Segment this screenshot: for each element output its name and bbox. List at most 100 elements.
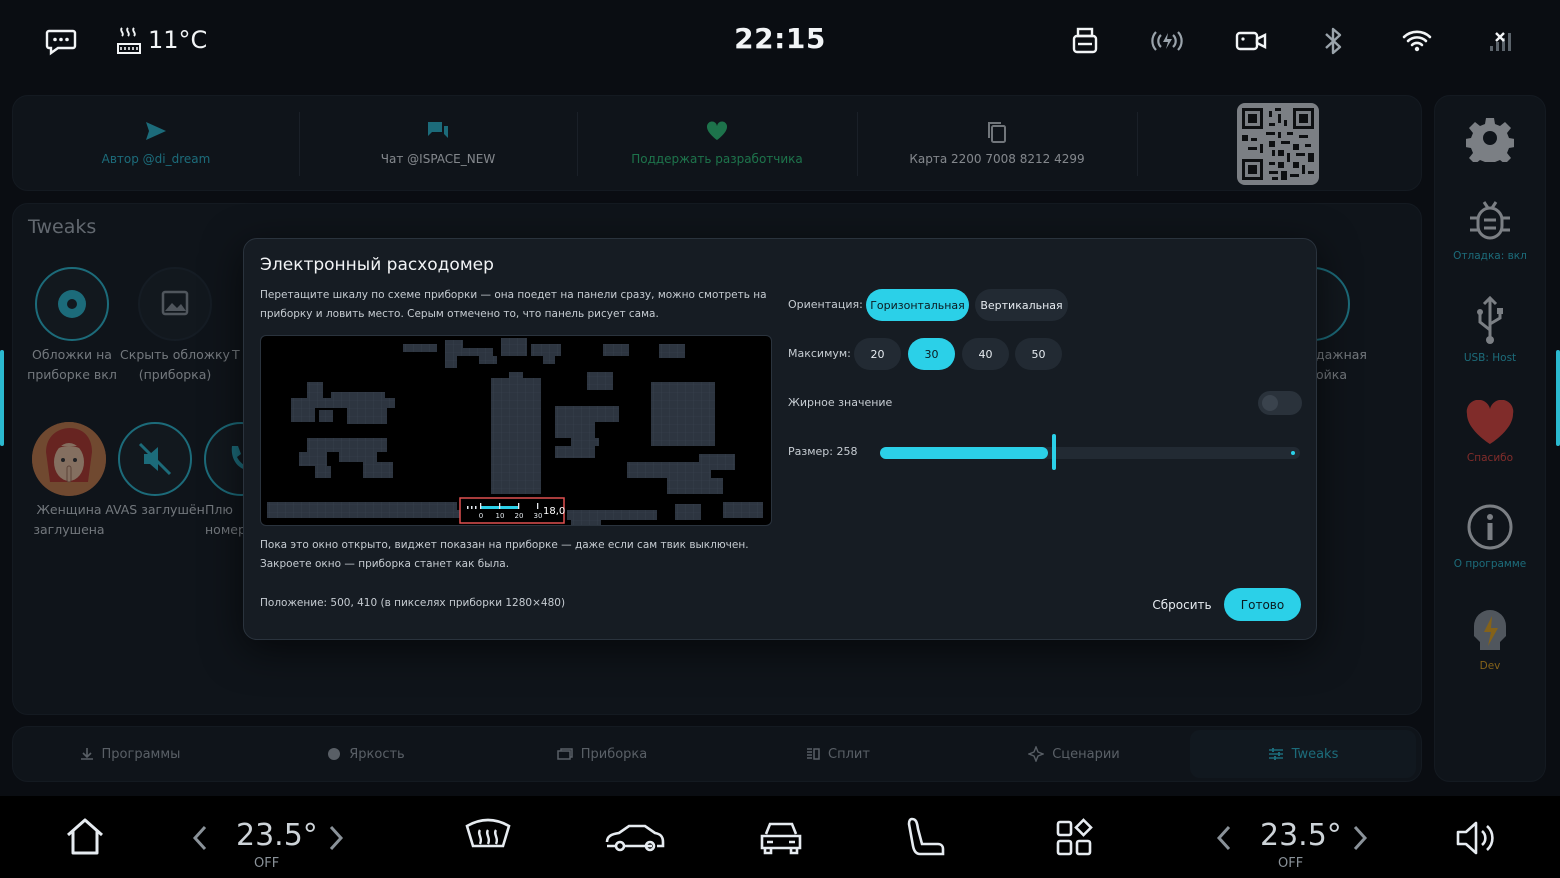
right-climate-state: OFF [1278, 856, 1304, 871]
heart-icon [1466, 400, 1514, 444]
chat-link[interactable]: Чат @ISPACE_NEW [299, 96, 577, 192]
right-temp-value: 23.5° [1260, 818, 1342, 853]
bold-label: Жирное значение [788, 396, 893, 409]
max-40-button[interactable]: 40 [962, 338, 1009, 370]
right-temp-down-button[interactable] [1214, 824, 1234, 852]
sidebar-thanks[interactable]: Спасибо [1436, 400, 1544, 464]
mute-icon [138, 442, 172, 476]
card-link[interactable]: Карта 2200 7008 8212 4299 [857, 96, 1137, 192]
rear-defrost-button[interactable] [464, 816, 512, 856]
sidebar-dev[interactable]: Dev [1436, 604, 1544, 672]
tab-programs-label: Программы [101, 746, 181, 762]
qr-code[interactable] [1237, 103, 1319, 185]
left-temp-down-button[interactable] [190, 824, 210, 852]
tab-brightness[interactable]: Яркость [248, 728, 484, 780]
tab-dashboard-label: Приборка [580, 746, 648, 762]
left-temp-value: 23.5° [236, 818, 318, 853]
dev-icon [1474, 610, 1506, 650]
donate-link-label: Поддержать разработчика [631, 152, 803, 166]
links-panel: Автор @di_dream Чат @ISPACE_NEW Поддержа… [12, 95, 1422, 191]
max-label: Максимум: [788, 347, 851, 360]
heated-seat-temp-icon [114, 24, 148, 58]
orientation-vertical-button[interactable]: Вертикальная [975, 289, 1068, 321]
bug-icon [1470, 201, 1510, 240]
tab-tweaks-label: Tweaks [1291, 746, 1339, 762]
fuel-meter-dialog: Электронный расходомер Перетащите шкалу … [243, 238, 1317, 640]
orientation-label: Ориентация: [788, 298, 863, 311]
widget-tick-20: 20 [515, 512, 524, 520]
wifi-icon [1400, 24, 1434, 58]
woman-avatar[interactable] [32, 422, 106, 496]
dialog-description: Перетащите шкалу по схеме приборки — она… [260, 289, 767, 320]
car-front-button[interactable] [758, 818, 804, 856]
seat-button[interactable] [906, 816, 946, 858]
tab-tweaks[interactable]: Tweaks [1190, 728, 1416, 780]
chevron-left-icon [192, 825, 207, 851]
volume-button[interactable] [1454, 818, 1496, 858]
tweak-right-label: дажная ойка [1316, 347, 1367, 382]
sidebar-about-label: О программе [1453, 558, 1527, 570]
max-50-button[interactable]: 50 [1015, 338, 1062, 370]
chevron-right-icon [1353, 825, 1368, 851]
apps-grid-icon [1056, 818, 1093, 856]
usb-icon [1477, 296, 1503, 344]
tweak-hide-cover-label: Скрыть обложку (приборка) [120, 347, 230, 382]
sidebar-about[interactable]: О программе [1436, 502, 1544, 570]
tab-split[interactable]: Сплит [720, 728, 956, 780]
seat-icon [907, 817, 945, 856]
size-slider-thumb[interactable] [1052, 434, 1056, 470]
home-button[interactable] [64, 815, 106, 857]
orientation-horizontal-button[interactable]: Горизонтальная [866, 289, 969, 321]
left-temp-up-button[interactable] [326, 824, 346, 852]
sidebar-debug[interactable]: Отладка: вкл [1436, 196, 1544, 262]
heart-icon [705, 120, 729, 142]
sliders-icon [1268, 748, 1283, 760]
sidebar-usb[interactable]: USB: Host [1436, 296, 1544, 364]
tweak-cover-toggle[interactable] [35, 267, 109, 341]
tab-programs[interactable]: Программы [12, 728, 248, 780]
max-30-button[interactable]: 30 [908, 338, 955, 370]
chat-link-label: Чат @ISPACE_NEW [380, 152, 496, 166]
car-side-icon [605, 824, 665, 852]
dashboard-preview[interactable]: 0 10 20 30 18,0 [260, 335, 772, 526]
widget-value: 18,0 [543, 506, 565, 517]
right-temp-up-button[interactable] [1350, 824, 1370, 852]
status-bar: 11°C 22:15 [0, 0, 1560, 82]
sidebar-debug-label: Отладка: вкл [1453, 250, 1527, 262]
tweaks-title: Tweaks [28, 216, 97, 238]
outside-temperature: 11°C [148, 26, 208, 54]
wireless-charging-icon [1148, 24, 1183, 58]
sidebar-dev-label: Dev [1479, 660, 1501, 672]
sidebar-settings[interactable] [1436, 114, 1544, 162]
left-edge-accent [0, 350, 4, 446]
car-front-icon [760, 822, 802, 855]
apps-button[interactable] [1054, 818, 1094, 858]
tweak-avas-toggle[interactable] [118, 422, 192, 496]
tweak-hide-cover-toggle[interactable] [138, 267, 212, 341]
done-button[interactable]: Готово [1224, 588, 1301, 621]
tab-dashboard[interactable]: Приборка [484, 728, 720, 780]
car-mode-button[interactable] [604, 820, 666, 854]
size-slider-end-dot [1291, 451, 1295, 455]
dashboard-icon [556, 748, 573, 760]
chevron-right-icon [329, 825, 344, 851]
split-icon [807, 748, 820, 760]
max-20-button[interactable]: 20 [854, 338, 901, 370]
copy-icon [985, 120, 1009, 144]
chat-bubble-icon[interactable] [44, 24, 78, 58]
tab-brightness-label: Яркость [349, 746, 405, 762]
bold-toggle[interactable] [1258, 391, 1302, 415]
tab-scenarios[interactable]: Сценарии [956, 728, 1192, 780]
usb-drive-icon [1068, 24, 1102, 58]
clock: 22:15 [734, 22, 826, 55]
reset-button[interactable]: Сбросить [1144, 589, 1220, 621]
author-link[interactable]: Автор @di_dream [13, 96, 299, 192]
donate-link[interactable]: Поддержать разработчика [577, 96, 857, 192]
widget-tick-0: 0 [479, 512, 483, 520]
no-signal-icon [1484, 24, 1518, 58]
sparkle-icon [1028, 746, 1045, 762]
tab-scenarios-label: Сценарии [1052, 746, 1120, 762]
tab-split-label: Сплит [828, 746, 870, 762]
sidebar-usb-label: USB: Host [1463, 352, 1517, 364]
size-slider-fill [880, 447, 1048, 459]
